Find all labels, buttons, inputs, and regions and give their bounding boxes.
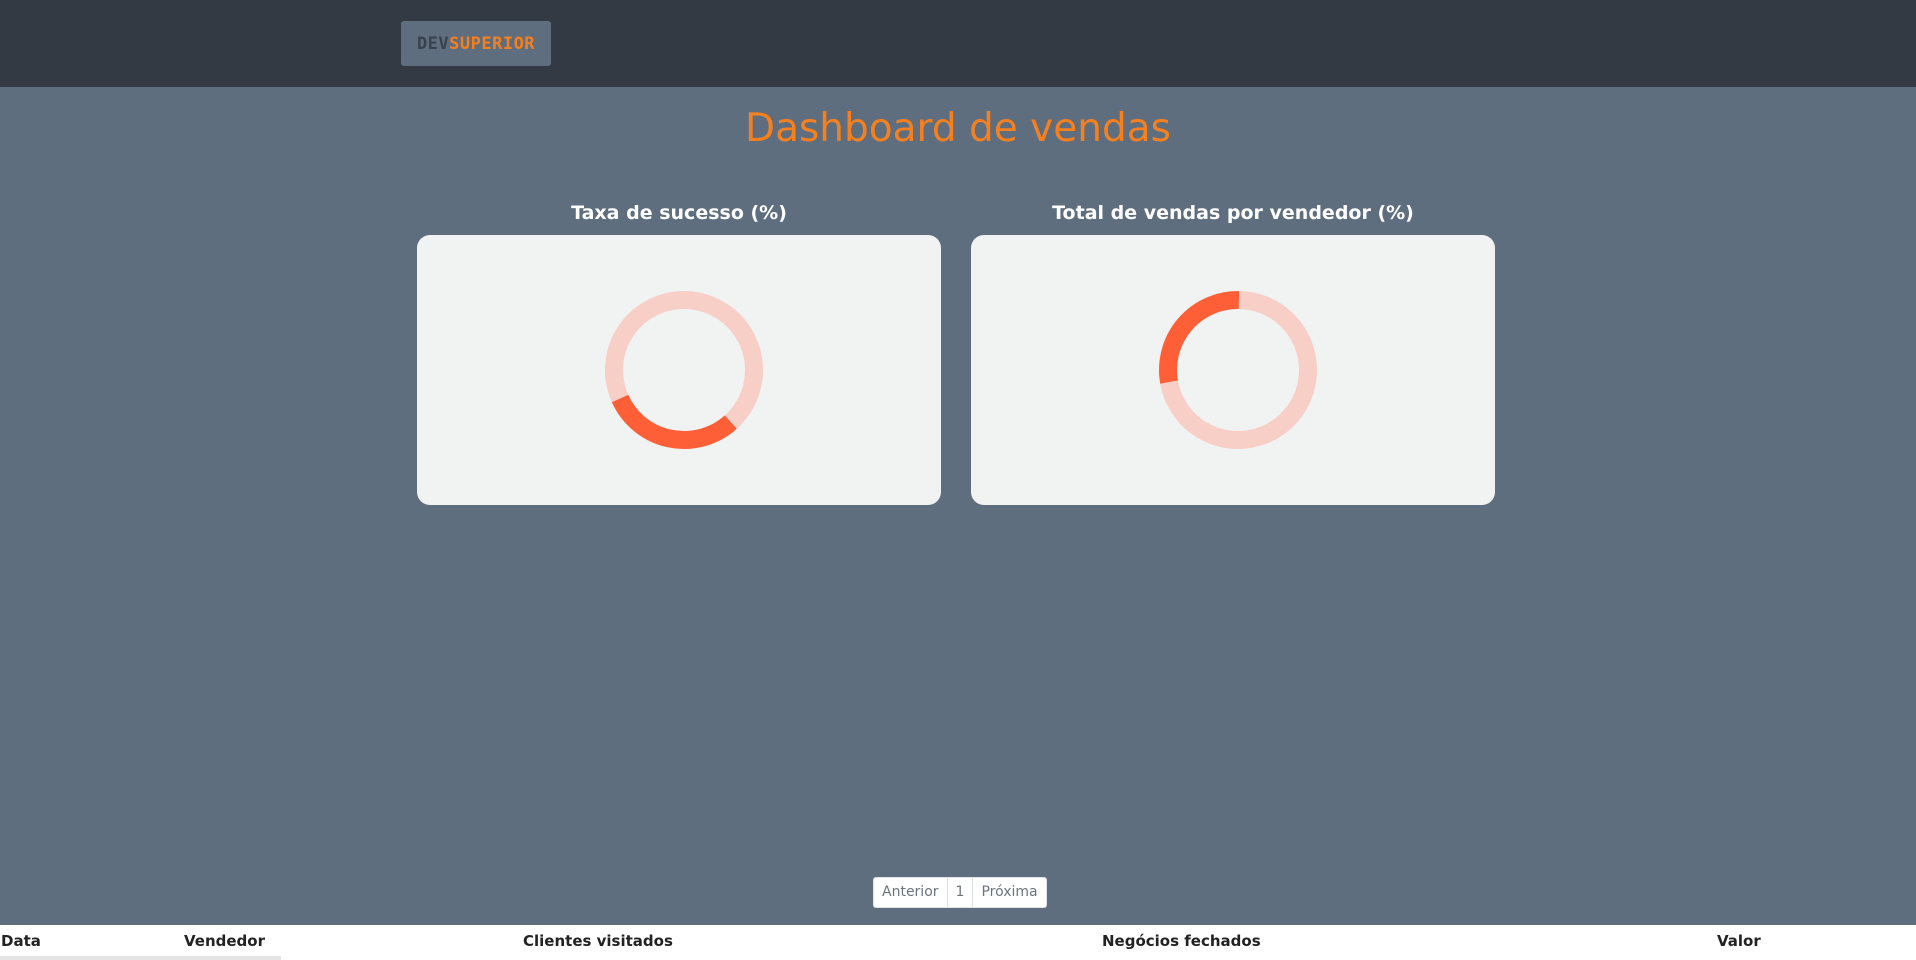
column-header-negocios-fechados: Negócios fechados xyxy=(1102,932,1261,950)
sales-by-seller-donut-chart xyxy=(1159,291,1317,449)
logo-text-dev: DEV xyxy=(416,33,450,54)
next-page-button[interactable]: Próxima xyxy=(973,878,1045,907)
column-header-data: Data xyxy=(1,932,41,950)
horizontal-scrollbar[interactable] xyxy=(0,956,281,960)
sales-by-seller-chart-title: Total de vendas por vendedor (%) xyxy=(1052,202,1414,224)
previous-page-button[interactable]: Anterior xyxy=(874,878,948,907)
success-rate-chart-card xyxy=(417,235,941,505)
page-1-button[interactable]: 1 xyxy=(948,878,974,907)
donut-slice-0-0 xyxy=(611,394,737,449)
pagination: Anterior 1 Próxima xyxy=(873,877,1047,908)
navbar: DEV SUPERIOR xyxy=(0,0,1916,87)
column-header-clientes-visitados: Clientes visitados xyxy=(523,932,673,950)
column-header-vendedor: Vendedor xyxy=(184,932,265,950)
success-rate-chart-title: Taxa de sucesso (%) xyxy=(571,202,787,224)
sales-table-header: Data Vendedor Clientes visitados Negócio… xyxy=(0,925,1916,960)
donut-slice-0-1 xyxy=(605,291,763,429)
devsuperior-logo[interactable]: DEV SUPERIOR xyxy=(401,21,551,66)
column-header-valor: Valor xyxy=(1717,932,1761,950)
donut-slice-1-0 xyxy=(1159,291,1240,384)
success-rate-donut-chart xyxy=(605,291,763,449)
logo-text-superior: SUPERIOR xyxy=(449,33,536,54)
page-title: Dashboard de vendas xyxy=(745,106,1171,151)
sales-by-seller-chart-card xyxy=(971,235,1495,505)
